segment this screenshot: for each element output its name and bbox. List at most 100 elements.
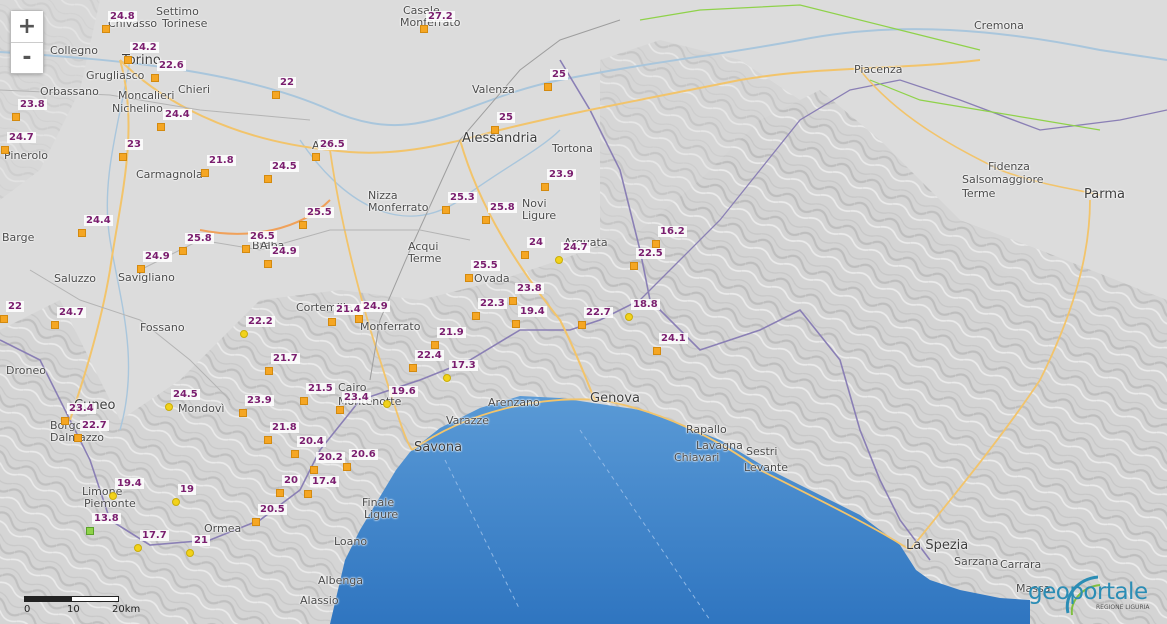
temperature-value: 25 bbox=[550, 69, 568, 80]
station-marker-icon[interactable] bbox=[86, 527, 94, 535]
station-marker-icon[interactable] bbox=[264, 260, 272, 268]
station-marker-icon[interactable] bbox=[157, 123, 165, 131]
station-marker-icon[interactable] bbox=[491, 126, 499, 134]
station-marker-icon[interactable] bbox=[61, 417, 69, 425]
station-marker-icon[interactable] bbox=[124, 56, 132, 64]
temperature-value: 22.7 bbox=[584, 307, 613, 318]
station-marker-icon[interactable] bbox=[304, 490, 312, 498]
station-marker-icon[interactable] bbox=[109, 492, 117, 500]
station-marker-icon[interactable] bbox=[78, 229, 86, 237]
station-marker-icon[interactable] bbox=[336, 406, 344, 414]
temperature-value: 27.2 bbox=[426, 11, 455, 22]
station-marker-icon[interactable] bbox=[242, 245, 250, 253]
temperature-value: 20.4 bbox=[297, 436, 326, 447]
station-marker-icon[interactable] bbox=[240, 330, 248, 338]
station-marker-icon[interactable] bbox=[420, 25, 428, 33]
temperature-value: 24.5 bbox=[270, 161, 299, 172]
station-marker-icon[interactable] bbox=[409, 364, 417, 372]
temperature-value: 17.3 bbox=[449, 360, 478, 371]
temperature-value: 24.9 bbox=[143, 251, 172, 262]
station-marker-icon[interactable] bbox=[12, 113, 20, 121]
station-marker-icon[interactable] bbox=[355, 315, 363, 323]
zoom-in-button[interactable]: + bbox=[11, 11, 43, 42]
station-marker-icon[interactable] bbox=[0, 315, 8, 323]
temperature-value: 24.5 bbox=[171, 389, 200, 400]
station-marker-icon[interactable] bbox=[272, 91, 280, 99]
station-marker-icon[interactable] bbox=[264, 175, 272, 183]
station-marker-icon[interactable] bbox=[299, 221, 307, 229]
station-marker-icon[interactable] bbox=[328, 318, 336, 326]
station-marker-icon[interactable] bbox=[252, 518, 260, 526]
temperature-value: 22.3 bbox=[478, 298, 507, 309]
temperature-value: 22 bbox=[6, 301, 24, 312]
station-marker-icon[interactable] bbox=[165, 403, 173, 411]
temperature-value: 23.8 bbox=[18, 99, 47, 110]
temperature-value: 20.5 bbox=[258, 504, 287, 515]
temperature-value: 22.7 bbox=[80, 420, 109, 431]
temperature-value: 21.4 bbox=[334, 304, 363, 315]
station-marker-icon[interactable] bbox=[653, 347, 661, 355]
station-marker-icon[interactable] bbox=[51, 321, 59, 329]
station-marker-icon[interactable] bbox=[276, 489, 284, 497]
station-marker-icon[interactable] bbox=[521, 251, 529, 259]
station-marker-icon[interactable] bbox=[300, 397, 308, 405]
station-marker-icon[interactable] bbox=[265, 367, 273, 375]
temperature-value: 24.1 bbox=[659, 333, 688, 344]
temperature-value: 24.2 bbox=[130, 42, 159, 53]
station-marker-icon[interactable] bbox=[652, 240, 660, 248]
temperature-value: 23.4 bbox=[67, 403, 96, 414]
station-marker-icon[interactable] bbox=[119, 153, 127, 161]
station-marker-icon[interactable] bbox=[137, 265, 145, 273]
temperature-value: 26.5 bbox=[318, 139, 347, 150]
station-marker-icon[interactable] bbox=[625, 313, 633, 321]
temperature-value: 19 bbox=[178, 484, 196, 495]
geoportale-logo[interactable]: geoportale REGIONE LIGURIA bbox=[1024, 573, 1164, 619]
temperature-value: 25.8 bbox=[488, 202, 517, 213]
station-marker-icon[interactable] bbox=[541, 183, 549, 191]
station-marker-icon[interactable] bbox=[442, 206, 450, 214]
station-marker-icon[interactable] bbox=[151, 74, 159, 82]
temperature-value: 23.9 bbox=[547, 169, 576, 180]
temperature-value: 13.8 bbox=[92, 513, 121, 524]
station-marker-icon[interactable] bbox=[472, 312, 480, 320]
temperature-value: 21.9 bbox=[437, 327, 466, 338]
station-marker-icon[interactable] bbox=[134, 544, 142, 552]
map-canvas[interactable]: Settimo Torinese Collegno Torino Grugliasco O… bbox=[0, 0, 1167, 624]
station-marker-icon[interactable] bbox=[310, 466, 318, 474]
temperature-value: 19.4 bbox=[518, 306, 547, 317]
station-marker-icon[interactable] bbox=[179, 247, 187, 255]
station-marker-icon[interactable] bbox=[431, 341, 439, 349]
station-marker-icon[interactable] bbox=[555, 256, 563, 264]
station-marker-icon[interactable] bbox=[201, 169, 209, 177]
temperature-value: 25.5 bbox=[471, 260, 500, 271]
station-marker-icon[interactable] bbox=[482, 216, 490, 224]
station-marker-icon[interactable] bbox=[186, 549, 194, 557]
temperature-value: 18.8 bbox=[631, 299, 660, 310]
station-marker-icon[interactable] bbox=[630, 262, 638, 270]
station-marker-icon[interactable] bbox=[443, 374, 451, 382]
station-marker-icon[interactable] bbox=[102, 25, 110, 33]
temperature-value: 24.7 bbox=[7, 132, 36, 143]
station-marker-icon[interactable] bbox=[509, 297, 517, 305]
station-marker-icon[interactable] bbox=[1, 146, 9, 154]
station-marker-icon[interactable] bbox=[74, 434, 82, 442]
station-marker-icon[interactable] bbox=[512, 320, 520, 328]
temperature-value: 22 bbox=[278, 77, 296, 88]
temperature-value: 24 bbox=[527, 237, 545, 248]
station-marker-icon[interactable] bbox=[291, 450, 299, 458]
station-marker-icon[interactable] bbox=[264, 436, 272, 444]
station-marker-icon[interactable] bbox=[172, 498, 180, 506]
station-marker-icon[interactable] bbox=[544, 83, 552, 91]
zoom-out-button[interactable]: - bbox=[11, 42, 43, 73]
station-marker-icon[interactable] bbox=[578, 321, 586, 329]
temperature-value: 24.9 bbox=[361, 301, 390, 312]
station-marker-icon[interactable] bbox=[312, 153, 320, 161]
temperature-value: 20.6 bbox=[349, 449, 378, 460]
station-marker-icon[interactable] bbox=[343, 463, 351, 471]
station-marker-icon[interactable] bbox=[465, 274, 473, 282]
station-marker-icon[interactable] bbox=[239, 409, 247, 417]
station-marker-icon[interactable] bbox=[383, 400, 391, 408]
temperature-value: 20.2 bbox=[316, 452, 345, 463]
temperature-value: 22.4 bbox=[415, 350, 444, 361]
scale-label-20km: 20km bbox=[112, 604, 141, 615]
